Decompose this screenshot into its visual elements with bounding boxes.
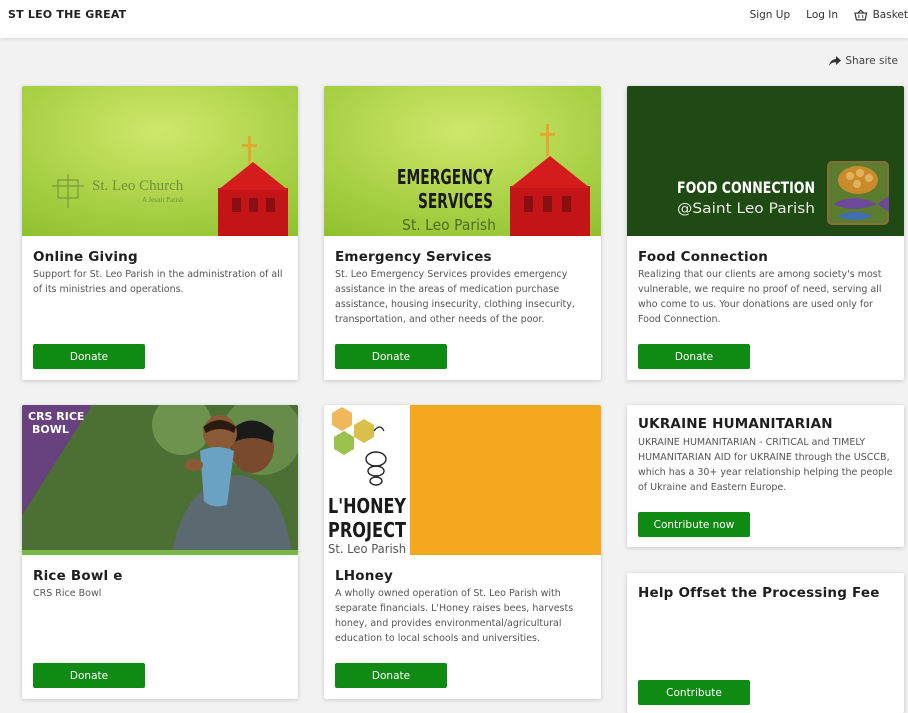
card-online-giving: St. Leo Church A Jesuit Parish Online Gi… [22,86,298,380]
card-title: UKRAINE HUMANITARIAN [638,416,833,432]
card-image: EMERGENCY SERVICES St. Leo Parish [324,86,601,236]
card-description: St. Leo Emergency Services provides emer… [335,269,575,325]
loaves-and-fishes-icon [827,161,889,225]
card-title: LHoney [335,568,393,584]
card-ukraine-humanitarian: UKRAINE HUMANITARIAN UKRAINE HUMANITARIA… [627,405,904,547]
share-site-label: Share site [845,55,898,67]
food-logo-line2: @Saint Leo Parish [677,201,815,217]
contribute-now-button[interactable]: Contribute now [638,512,750,537]
card-title: Online Giving [33,249,138,265]
lhoney-logo-line2: PROJECT [328,518,406,542]
top-navigation-bar: ST LEO THE GREAT Sign Up Log In Basket [0,0,908,38]
contribute-button[interactable]: Contribute [638,680,750,705]
card-emergency-services: EMERGENCY SERVICES St. Leo Parish Emerge… [324,86,601,380]
rice-bowl-logo-line1: CRS RICE [28,410,84,423]
card-description: UKRAINE HUMANITARIAN - CRITICAL and TIME… [638,437,893,493]
emergency-logo-line2: SERVICES [418,189,493,213]
card-description: Support for St. Leo Parish in the admini… [33,269,283,295]
lhoney-logo-line3: St. Leo Parish [328,542,406,555]
card-image: FOOD CONNECTION @Saint Leo Parish [627,86,904,236]
church-logo-subtitle: A Jesuit Parish [142,196,184,204]
basket-link[interactable]: Basket [854,9,908,21]
card-food-connection: FOOD CONNECTION @Saint Leo Parish Food C… [627,86,904,380]
card-description: CRS Rice Bowl [33,588,102,599]
card-image: L'HONEY PROJECT St. Leo Parish [324,405,601,555]
donate-button[interactable]: Donate [638,344,750,369]
log-in-link[interactable]: Log In [806,9,838,21]
lhoney-logo-line1: L'HONEY [328,494,406,518]
card-title: Help Offset the Processing Fee [638,585,880,601]
share-site-button[interactable]: Share site [829,55,898,67]
card-processing-fee: Help Offset the Processing Fee Contribut… [627,573,904,713]
emergency-logo-line1: EMERGENCY [397,165,493,189]
share-arrow-icon [829,56,842,66]
header-nav: Sign Up Log In Basket [750,9,908,21]
donate-button[interactable]: Donate [335,344,447,369]
card-title: Rice Bowl e [33,568,123,584]
donate-button[interactable]: Donate [33,663,145,688]
site-name[interactable]: ST LEO THE GREAT [8,8,126,21]
card-description: A wholly owned operation of St. Leo Pari… [335,588,574,644]
rice-bowl-logo-line2: BOWL [32,423,69,436]
card-rice-bowl: CRS RICE BOWL Rice Bowl e CRS Rice Bowl … [22,405,298,699]
card-title: Emergency Services [335,249,492,265]
card-lhoney: L'HONEY PROJECT St. Leo Parish LHoney A … [324,405,601,699]
food-logo-line1: FOOD CONNECTION [677,178,815,197]
church-logo-name: St. Leo Church [92,178,184,194]
basket-icon [854,9,868,21]
basket-label: Basket [872,9,908,21]
donate-button[interactable]: Donate [335,663,447,688]
card-image: CRS RICE BOWL [22,405,298,555]
card-image: St. Leo Church A Jesuit Parish [22,86,298,236]
sign-up-link[interactable]: Sign Up [750,9,791,21]
emergency-logo-line3: St. Leo Parish [402,216,496,234]
card-title: Food Connection [638,249,769,265]
donate-button[interactable]: Donate [33,344,145,369]
card-description: Realizing that our clients are among soc… [638,269,882,325]
